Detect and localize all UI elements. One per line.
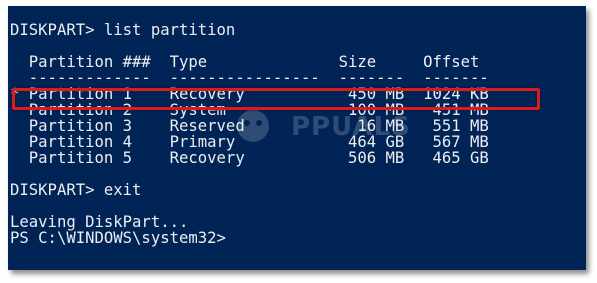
screenshot-frame: PPUALS DISKPART> list partition Partitio… — [0, 0, 597, 283]
powershell-prompt[interactable]: PS C:\WINDOWS\system32> — [10, 230, 226, 246]
command-list-partition: DISKPART> list partition — [10, 21, 236, 39]
table-row: Partition 2 System 100 MB 451 MB — [10, 101, 489, 119]
table-separator: ------------- ---------------- ------- -… — [10, 69, 489, 87]
table-row: Partition 5 Recovery 506 MB 465 GB — [10, 149, 489, 167]
table-row: Partition 4 Primary 464 GB 567 MB — [10, 133, 489, 151]
table-header: Partition ### Type Size Offset — [10, 53, 480, 71]
leaving-message: Leaving DiskPart... — [10, 213, 189, 231]
command-exit: DISKPART> exit — [10, 181, 142, 199]
table-row: * Partition 1 Recovery 450 MB 1024 KB — [10, 85, 489, 103]
table-row: Partition 3 Reserved 16 MB 551 MB — [10, 117, 489, 135]
powershell-console[interactable]: PPUALS DISKPART> list partition Partitio… — [8, 6, 586, 270]
